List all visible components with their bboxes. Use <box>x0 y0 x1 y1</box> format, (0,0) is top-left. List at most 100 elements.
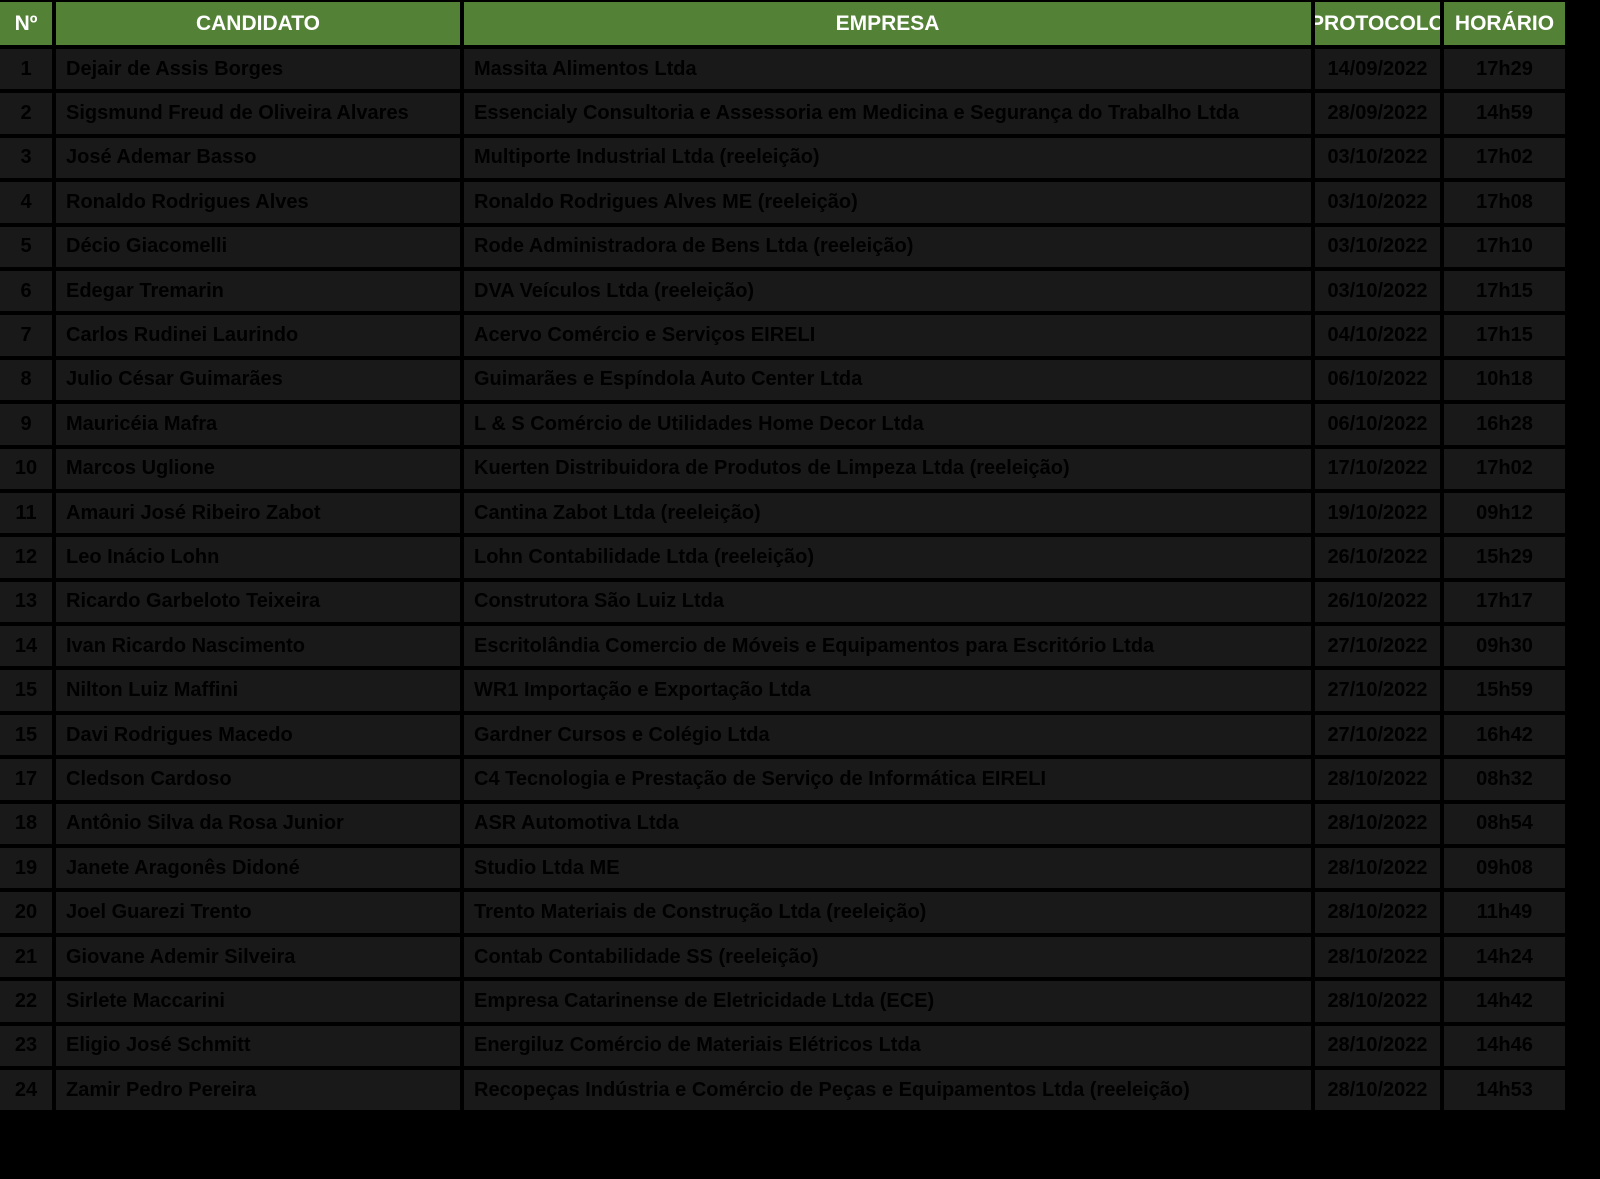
cell-empresa: Trento Materiais de Construção Ltda (ree… <box>464 892 1311 933</box>
cell-protocolo: 17/10/2022 <box>1315 448 1440 489</box>
cell-candidato: Janete Aragonês Didoné <box>56 848 460 889</box>
cell-candidato: José Ademar Basso <box>56 137 460 179</box>
page: Nº CANDIDATO EMPRESA PROTOCOLO HORÁRIO 1… <box>0 0 1600 1179</box>
cell-horario: 15h59 <box>1444 670 1565 711</box>
cell-num: 10 <box>0 448 52 489</box>
cell-horario: 08h54 <box>1444 803 1565 845</box>
cell-empresa: Studio Ltda ME <box>464 848 1311 889</box>
cell-horario: 09h12 <box>1444 492 1565 534</box>
cell-horario: 17h02 <box>1444 448 1565 489</box>
cell-num: 3 <box>0 137 52 179</box>
cell-protocolo: 03/10/2022 <box>1315 270 1440 312</box>
column-header-candidato: CANDIDATO <box>56 2 460 45</box>
cell-horario: 08h32 <box>1444 759 1565 800</box>
cell-candidato: Davi Rodrigues Macedo <box>56 714 460 756</box>
cell-candidato: Giovane Ademir Silveira <box>56 936 460 978</box>
cell-protocolo: 26/10/2022 <box>1315 581 1440 623</box>
cell-num: 19 <box>0 848 52 889</box>
cell-candidato: Antônio Silva da Rosa Junior <box>56 803 460 845</box>
cell-protocolo: 03/10/2022 <box>1315 137 1440 179</box>
cell-candidato: Sirlete Maccarini <box>56 981 460 1022</box>
cell-candidato: Amauri José Ribeiro Zabot <box>56 492 460 534</box>
cell-empresa: Rode Administradora de Bens Ltda (reelei… <box>464 226 1311 267</box>
cell-protocolo: 03/10/2022 <box>1315 226 1440 267</box>
cell-candidato: Ivan Ricardo Nascimento <box>56 626 460 667</box>
cell-candidato: Leo Inácio Lohn <box>56 537 460 578</box>
cell-num: 24 <box>0 1069 52 1111</box>
cell-protocolo: 28/10/2022 <box>1315 1069 1440 1111</box>
cell-candidato: Ronaldo Rodrigues Alves <box>56 182 460 223</box>
cell-protocolo: 03/10/2022 <box>1315 182 1440 223</box>
cell-empresa: Energiluz Comércio de Materiais Elétrico… <box>464 1025 1311 1066</box>
cell-horario: 17h08 <box>1444 182 1565 223</box>
cell-protocolo: 28/10/2022 <box>1315 981 1440 1022</box>
cell-num: 8 <box>0 359 52 401</box>
cell-protocolo: 19/10/2022 <box>1315 492 1440 534</box>
cell-protocolo: 27/10/2022 <box>1315 626 1440 667</box>
cell-num: 9 <box>0 404 52 445</box>
cell-protocolo: 04/10/2022 <box>1315 315 1440 356</box>
cell-num: 14 <box>0 626 52 667</box>
cell-protocolo: 06/10/2022 <box>1315 404 1440 445</box>
column-header-num: Nº <box>0 2 52 45</box>
cell-empresa: Multiporte Industrial Ltda (reeleição) <box>464 137 1311 179</box>
cell-num: 20 <box>0 892 52 933</box>
cell-candidato: Carlos Rudinei Laurindo <box>56 315 460 356</box>
candidates-table: Nº CANDIDATO EMPRESA PROTOCOLO HORÁRIO 1… <box>0 2 1565 1111</box>
cell-empresa: Guimarães e Espíndola Auto Center Ltda <box>464 359 1311 401</box>
cell-empresa: Ronaldo Rodrigues Alves ME (reeleição) <box>464 182 1311 223</box>
cell-horario: 09h30 <box>1444 626 1565 667</box>
cell-protocolo: 28/10/2022 <box>1315 892 1440 933</box>
cell-empresa: Gardner Cursos e Colégio Ltda <box>464 714 1311 756</box>
cell-protocolo: 28/10/2022 <box>1315 803 1440 845</box>
cell-candidato: Mauricéia Mafra <box>56 404 460 445</box>
cell-num: 5 <box>0 226 52 267</box>
cell-empresa: Kuerten Distribuidora de Produtos de Lim… <box>464 448 1311 489</box>
cell-horario: 11h49 <box>1444 892 1565 933</box>
cell-horario: 17h17 <box>1444 581 1565 623</box>
column-header-horario: HORÁRIO <box>1444 2 1565 45</box>
column-header-protocolo: PROTOCOLO <box>1315 2 1440 45</box>
cell-empresa: L & S Comércio de Utilidades Home Decor … <box>464 404 1311 445</box>
cell-empresa: Essencialy Consultoria e Assessoria em M… <box>464 93 1311 134</box>
cell-candidato: Julio César Guimarães <box>56 359 460 401</box>
cell-horario: 14h24 <box>1444 936 1565 978</box>
cell-horario: 10h18 <box>1444 359 1565 401</box>
cell-horario: 17h15 <box>1444 315 1565 356</box>
cell-empresa: Cantina Zabot Ltda (reeleição) <box>464 492 1311 534</box>
cell-empresa: C4 Tecnologia e Prestação de Serviço de … <box>464 759 1311 800</box>
cell-num: 18 <box>0 803 52 845</box>
cell-horario: 14h42 <box>1444 981 1565 1022</box>
cell-empresa: DVA Veículos Ltda (reeleição) <box>464 270 1311 312</box>
cell-num: 22 <box>0 981 52 1022</box>
cell-horario: 17h10 <box>1444 226 1565 267</box>
cell-empresa: Construtora São Luiz Ltda <box>464 581 1311 623</box>
cell-horario: 15h29 <box>1444 537 1565 578</box>
cell-candidato: Dejair de Assis Borges <box>56 49 460 90</box>
cell-empresa: Empresa Catarinense de Eletricidade Ltda… <box>464 981 1311 1022</box>
cell-candidato: Zamir Pedro Pereira <box>56 1069 460 1111</box>
cell-num: 4 <box>0 182 52 223</box>
cell-protocolo: 28/10/2022 <box>1315 848 1440 889</box>
cell-empresa: Recopeças Indústria e Comércio de Peças … <box>464 1069 1311 1111</box>
cell-empresa: ASR Automotiva Ltda <box>464 803 1311 845</box>
cell-protocolo: 27/10/2022 <box>1315 714 1440 756</box>
cell-num: 21 <box>0 936 52 978</box>
cell-num: 2 <box>0 93 52 134</box>
cell-num: 1 <box>0 49 52 90</box>
cell-num: 15 <box>0 670 52 711</box>
column-header-empresa: EMPRESA <box>464 2 1311 45</box>
cell-num: 7 <box>0 315 52 356</box>
cell-horario: 14h53 <box>1444 1069 1565 1111</box>
cell-protocolo: 28/10/2022 <box>1315 759 1440 800</box>
cell-protocolo: 14/09/2022 <box>1315 49 1440 90</box>
cell-horario: 16h28 <box>1444 404 1565 445</box>
cell-horario: 14h59 <box>1444 93 1565 134</box>
cell-candidato: Marcos Uglione <box>56 448 460 489</box>
cell-horario: 17h15 <box>1444 270 1565 312</box>
cell-empresa: Escritolândia Comercio de Móveis e Equip… <box>464 626 1311 667</box>
cell-horario: 17h29 <box>1444 49 1565 90</box>
cell-protocolo: 28/09/2022 <box>1315 93 1440 134</box>
cell-num: 17 <box>0 759 52 800</box>
cell-horario: 17h02 <box>1444 137 1565 179</box>
